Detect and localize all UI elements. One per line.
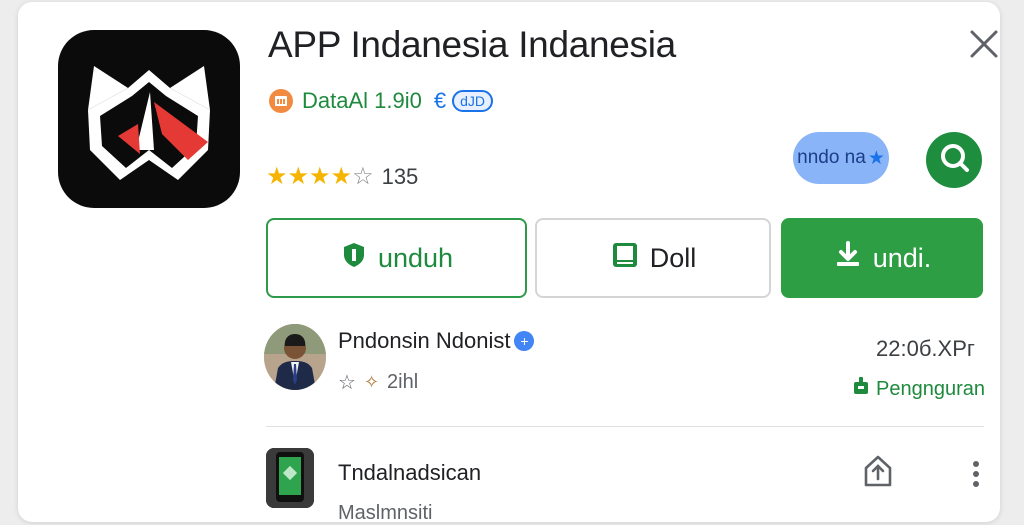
app-title: APP Indanesia Indanesia xyxy=(268,24,676,65)
shield-icon xyxy=(340,241,368,276)
app-icon xyxy=(58,30,240,208)
install-outline-button[interactable]: unduh xyxy=(266,218,527,298)
install-button[interactable]: undi. xyxy=(781,218,983,298)
report-link[interactable]: Pengnguran xyxy=(852,376,985,402)
currency-label: € xyxy=(433,88,447,113)
more-vert-icon[interactable] xyxy=(966,458,986,490)
tag-chip[interactable]: nndo na ★ xyxy=(793,132,889,184)
verified-icon: + xyxy=(514,331,535,351)
star-filled-icon: ★ xyxy=(330,163,353,190)
download-icon xyxy=(833,240,863,277)
close-icon[interactable] xyxy=(964,24,1004,64)
install-outline-label: unduh xyxy=(377,242,454,273)
tag-chip-mark: ★ xyxy=(867,147,885,169)
developer-name-label: Pndonsin Ndonist xyxy=(338,328,511,353)
star-outline-icon: ☆ xyxy=(338,372,356,394)
developer-stats-value: 2ihl xyxy=(387,371,419,393)
search-icon xyxy=(937,141,971,180)
list-item-title[interactable]: Tndalnadsican xyxy=(338,460,481,486)
star-filled-icon: ★ xyxy=(266,163,288,190)
developer-name[interactable]: Pndonsin Ndonist + xyxy=(338,328,535,354)
star-filled-icon: ★ xyxy=(309,163,331,190)
app-meta-row: DataAl 1.9i0 € dJD xyxy=(268,86,494,116)
developer-avatar[interactable] xyxy=(264,324,326,390)
developer-stats: ☆ ✧ 2ihl xyxy=(338,370,418,395)
install-label: undi. xyxy=(872,242,932,273)
rating-row: ★★★★☆ 135 xyxy=(266,162,418,192)
book-icon xyxy=(610,240,640,277)
meta-badge: dJD xyxy=(452,90,494,112)
star-rating: ★★★★☆ xyxy=(266,165,374,189)
divider xyxy=(266,426,984,427)
star-empty-icon: ☆ xyxy=(352,163,374,190)
app-detail-card: APP Indanesia Indanesia DataAl 1.9i0 € d… xyxy=(18,2,1000,524)
search-button[interactable] xyxy=(926,132,982,188)
shop-icon xyxy=(268,88,294,114)
tag-chip-label: nndo na xyxy=(797,147,866,168)
app-meta-text: DataAl 1.9i0 xyxy=(302,88,422,113)
star-filled-icon: ★ xyxy=(287,163,310,190)
report-label: Pengnguran xyxy=(876,377,985,400)
developer-time: 22:0б.ХРг xyxy=(876,336,975,361)
share-icon[interactable] xyxy=(862,454,894,488)
rating-count: 135 xyxy=(381,164,419,189)
flag-icon xyxy=(852,376,870,402)
library-button[interactable]: Doll xyxy=(535,218,771,298)
list-item-subtitle: Maslmnsiti xyxy=(338,502,433,524)
list-item-thumbnail[interactable] xyxy=(266,448,314,508)
library-label: Doll xyxy=(649,242,697,273)
person-icon: ✧ xyxy=(363,372,380,392)
